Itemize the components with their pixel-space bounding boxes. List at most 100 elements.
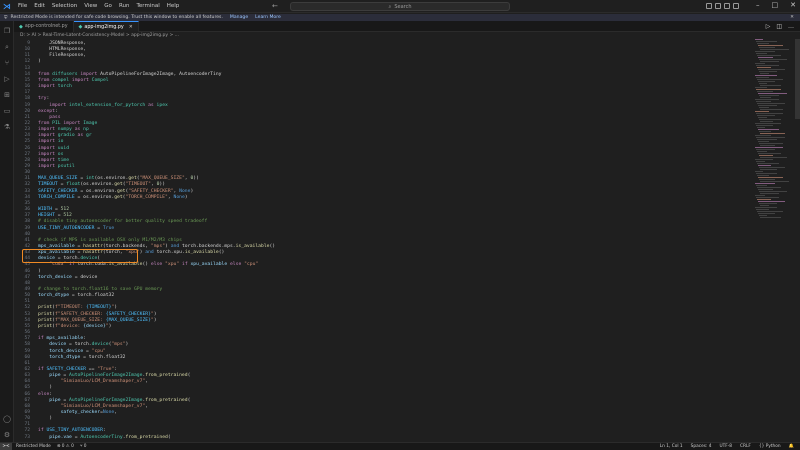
code-line[interactable]: 12) [14,59,764,65]
back-arrow-icon[interactable]: ← [272,2,278,10]
code-line[interactable]: 28 import time [14,158,764,164]
restricted-mode-status[interactable]: Restricted Mode [16,444,51,449]
menu-terminal[interactable]: Terminal [136,3,159,9]
breadcrumb[interactable]: D: > AI > Real-Time-Latent-Consistency-M… [14,32,764,39]
code-line[interactable]: 14 from diffusers import AutoPipelineForI… [14,72,764,78]
close-tab-icon[interactable]: ✕ [129,25,133,30]
code-line[interactable]: 19 import intel_extension_for_pytorch as… [14,103,764,109]
code-line[interactable]: 59 torch_device = "cpu" [14,349,764,355]
eol-status[interactable]: CRLF [740,444,751,449]
split-editor-icon[interactable]: ◫ [776,23,782,30]
toggle-secondary-sidebar-icon[interactable] [724,3,730,9]
menu-selection[interactable]: Selection [52,3,77,9]
source-control-icon[interactable]: ⑂ [3,59,11,67]
code-line[interactable]: 72 if USE_TINY_AUTOENCODER: [14,428,764,434]
manage-link[interactable]: Manage [230,15,248,20]
menu-help[interactable]: Help [167,3,180,9]
minimap[interactable] [755,39,795,442]
close-window-icon[interactable]: ✕ [790,1,796,9]
code-line[interactable]: 13 [14,66,764,72]
code-line[interactable]: 15 from compel import Compel [14,78,764,84]
code-line[interactable]: 68 "SimianLuo/LCM_Dreamshaper_v7", [14,404,764,410]
code-line[interactable]: 17 [14,90,764,96]
tab-app-controlnet[interactable]: ◆ app-controlnet.py [14,21,74,32]
minimize-icon[interactable]: – [756,1,760,9]
code-line[interactable]: 10 HTMLResponse, [14,47,764,53]
close-banner-icon[interactable]: ✕ [790,15,794,20]
explorer-icon[interactable]: ❐ [3,27,11,35]
code-line[interactable]: 39 USE_TINY_AUTOENCODER = True [14,226,764,232]
code-line[interactable]: 41 # check if MPS is available OSX only M… [14,238,764,244]
code-line[interactable]: 22 from PIL import Image [14,121,764,127]
code-line[interactable]: 49 # change to torch.float16 to save GPU … [14,287,764,293]
notifications-bell-icon[interactable]: 🔔 [789,444,794,449]
maximize-icon[interactable]: □ [772,1,779,9]
code-line[interactable]: 11 FileResponse, [14,53,764,59]
code-line[interactable]: 46) [14,269,764,275]
remote-indicator[interactable]: >< [0,442,12,450]
testing-icon[interactable]: ⚗ [3,123,11,131]
menu-view[interactable]: View [84,3,97,9]
code-line[interactable]: 27 import os [14,152,764,158]
encoding-status[interactable]: UTF-8 [720,444,733,449]
code-line[interactable]: 55 print(f"device: {device}") [14,324,764,330]
code-line[interactable]: 58 device = torch.device("mps") [14,342,764,348]
code-line[interactable]: 61 [14,361,764,367]
code-line[interactable]: 38 # disable tiny autoencoder for better … [14,219,764,225]
search-icon[interactable]: ⌕ [3,43,11,51]
code-line[interactable]: 40 [14,232,764,238]
code-line[interactable]: 73 pipe.vae = AutoencoderTiny.from_pretr… [14,435,764,441]
code-line[interactable]: 69 safety_checker=None, [14,410,764,416]
toggle-primary-sidebar-icon[interactable] [706,3,712,9]
code-line[interactable]: 20 except: [14,109,764,115]
code-line[interactable]: 67 pipe = AutoPipelineForImage2Image.fro… [14,398,764,404]
code-line[interactable]: 53 print(f"SAFETY_CHECKER: {SAFETY_CHECKE… [14,312,764,318]
code-line[interactable]: 54 print(f"MAX_QUEUE_SIZE: {MAX_QUEUE_SIZ… [14,318,764,324]
code-line[interactable]: 33 SAFETY_CHECKER = os.environ.get("SAFET… [14,189,764,195]
problems-status[interactable]: ⊗ 0 ⚠ 0 [57,444,74,449]
code-line[interactable]: 50 torch_dtype = torch.float32 [14,293,764,299]
code-line[interactable]: 25 import io [14,139,764,145]
learn-more-link[interactable]: Learn More [255,15,281,20]
code-line[interactable]: 9 JSONResponse, [14,41,764,47]
indentation-status[interactable]: Spaces: 4 [691,444,712,449]
language-mode[interactable]: {} Python [759,444,781,449]
ports-status[interactable]: ⑂ 0 [80,444,87,449]
code-line[interactable]: 70 ) [14,416,764,422]
command-search-input[interactable]: ⌕ Search [290,2,510,11]
code-line[interactable]: 71 [14,422,764,428]
code-line[interactable]: 32 TIMEOUT = float(os.environ.get("TIMEOU… [14,182,764,188]
code-line[interactable]: 21 pass [14,115,764,121]
cursor-position[interactable]: Ln 1, Col 1 [660,444,683,449]
code-line[interactable]: 47 torch_device = device [14,275,764,281]
menu-go[interactable]: Go [104,3,112,9]
extensions-icon[interactable]: ⊞ [3,91,11,99]
code-line[interactable]: 51 [14,299,764,305]
code-line[interactable]: 60 torch_dtype = torch.float32 [14,355,764,361]
menu-file[interactable]: File [18,3,27,9]
code-line[interactable]: 48 [14,281,764,287]
manage-gear-icon[interactable]: ⚙ [3,431,11,439]
more-actions-icon[interactable]: … [788,23,794,30]
code-line[interactable]: 52 print(f"TIMEOUT: {TIMEOUT}") [14,305,764,311]
code-line[interactable]: 35 [14,201,764,207]
code-line[interactable]: 29 import psutil [14,164,764,170]
code-editor[interactable]: 9 JSONResponse, 10 HTMLResponse, 11 FileRe… [14,39,764,442]
code-line[interactable]: 16 import torch [14,84,764,90]
code-line[interactable]: 18 try: [14,96,764,102]
run-debug-icon[interactable]: ▷ [3,75,11,83]
code-line[interactable]: 45 "cuda" if torch.cuda.is_available() e… [14,262,764,268]
code-line[interactable]: 64 "SimianLuo/LCM_Dreamshaper_v7", [14,379,764,385]
tab-app-img2img[interactable]: ◆ app-img2img.py ✕ [73,21,139,32]
code-line[interactable]: 56 [14,330,764,336]
code-line[interactable]: 66 else: [14,392,764,398]
menu-edit[interactable]: Edit [34,3,45,9]
code-line[interactable]: 24 import gradio as gr [14,133,764,139]
run-python-file-icon[interactable]: ▷ [766,23,771,30]
code-line[interactable]: 36 WIDTH = 512 [14,207,764,213]
remote-explorer-icon[interactable]: ▭ [3,107,11,115]
toggle-panel-icon[interactable] [715,3,721,9]
customize-layout-icon[interactable] [733,3,739,9]
scrollbar[interactable] [795,39,800,119]
accounts-icon[interactable]: ◯ [3,415,11,423]
